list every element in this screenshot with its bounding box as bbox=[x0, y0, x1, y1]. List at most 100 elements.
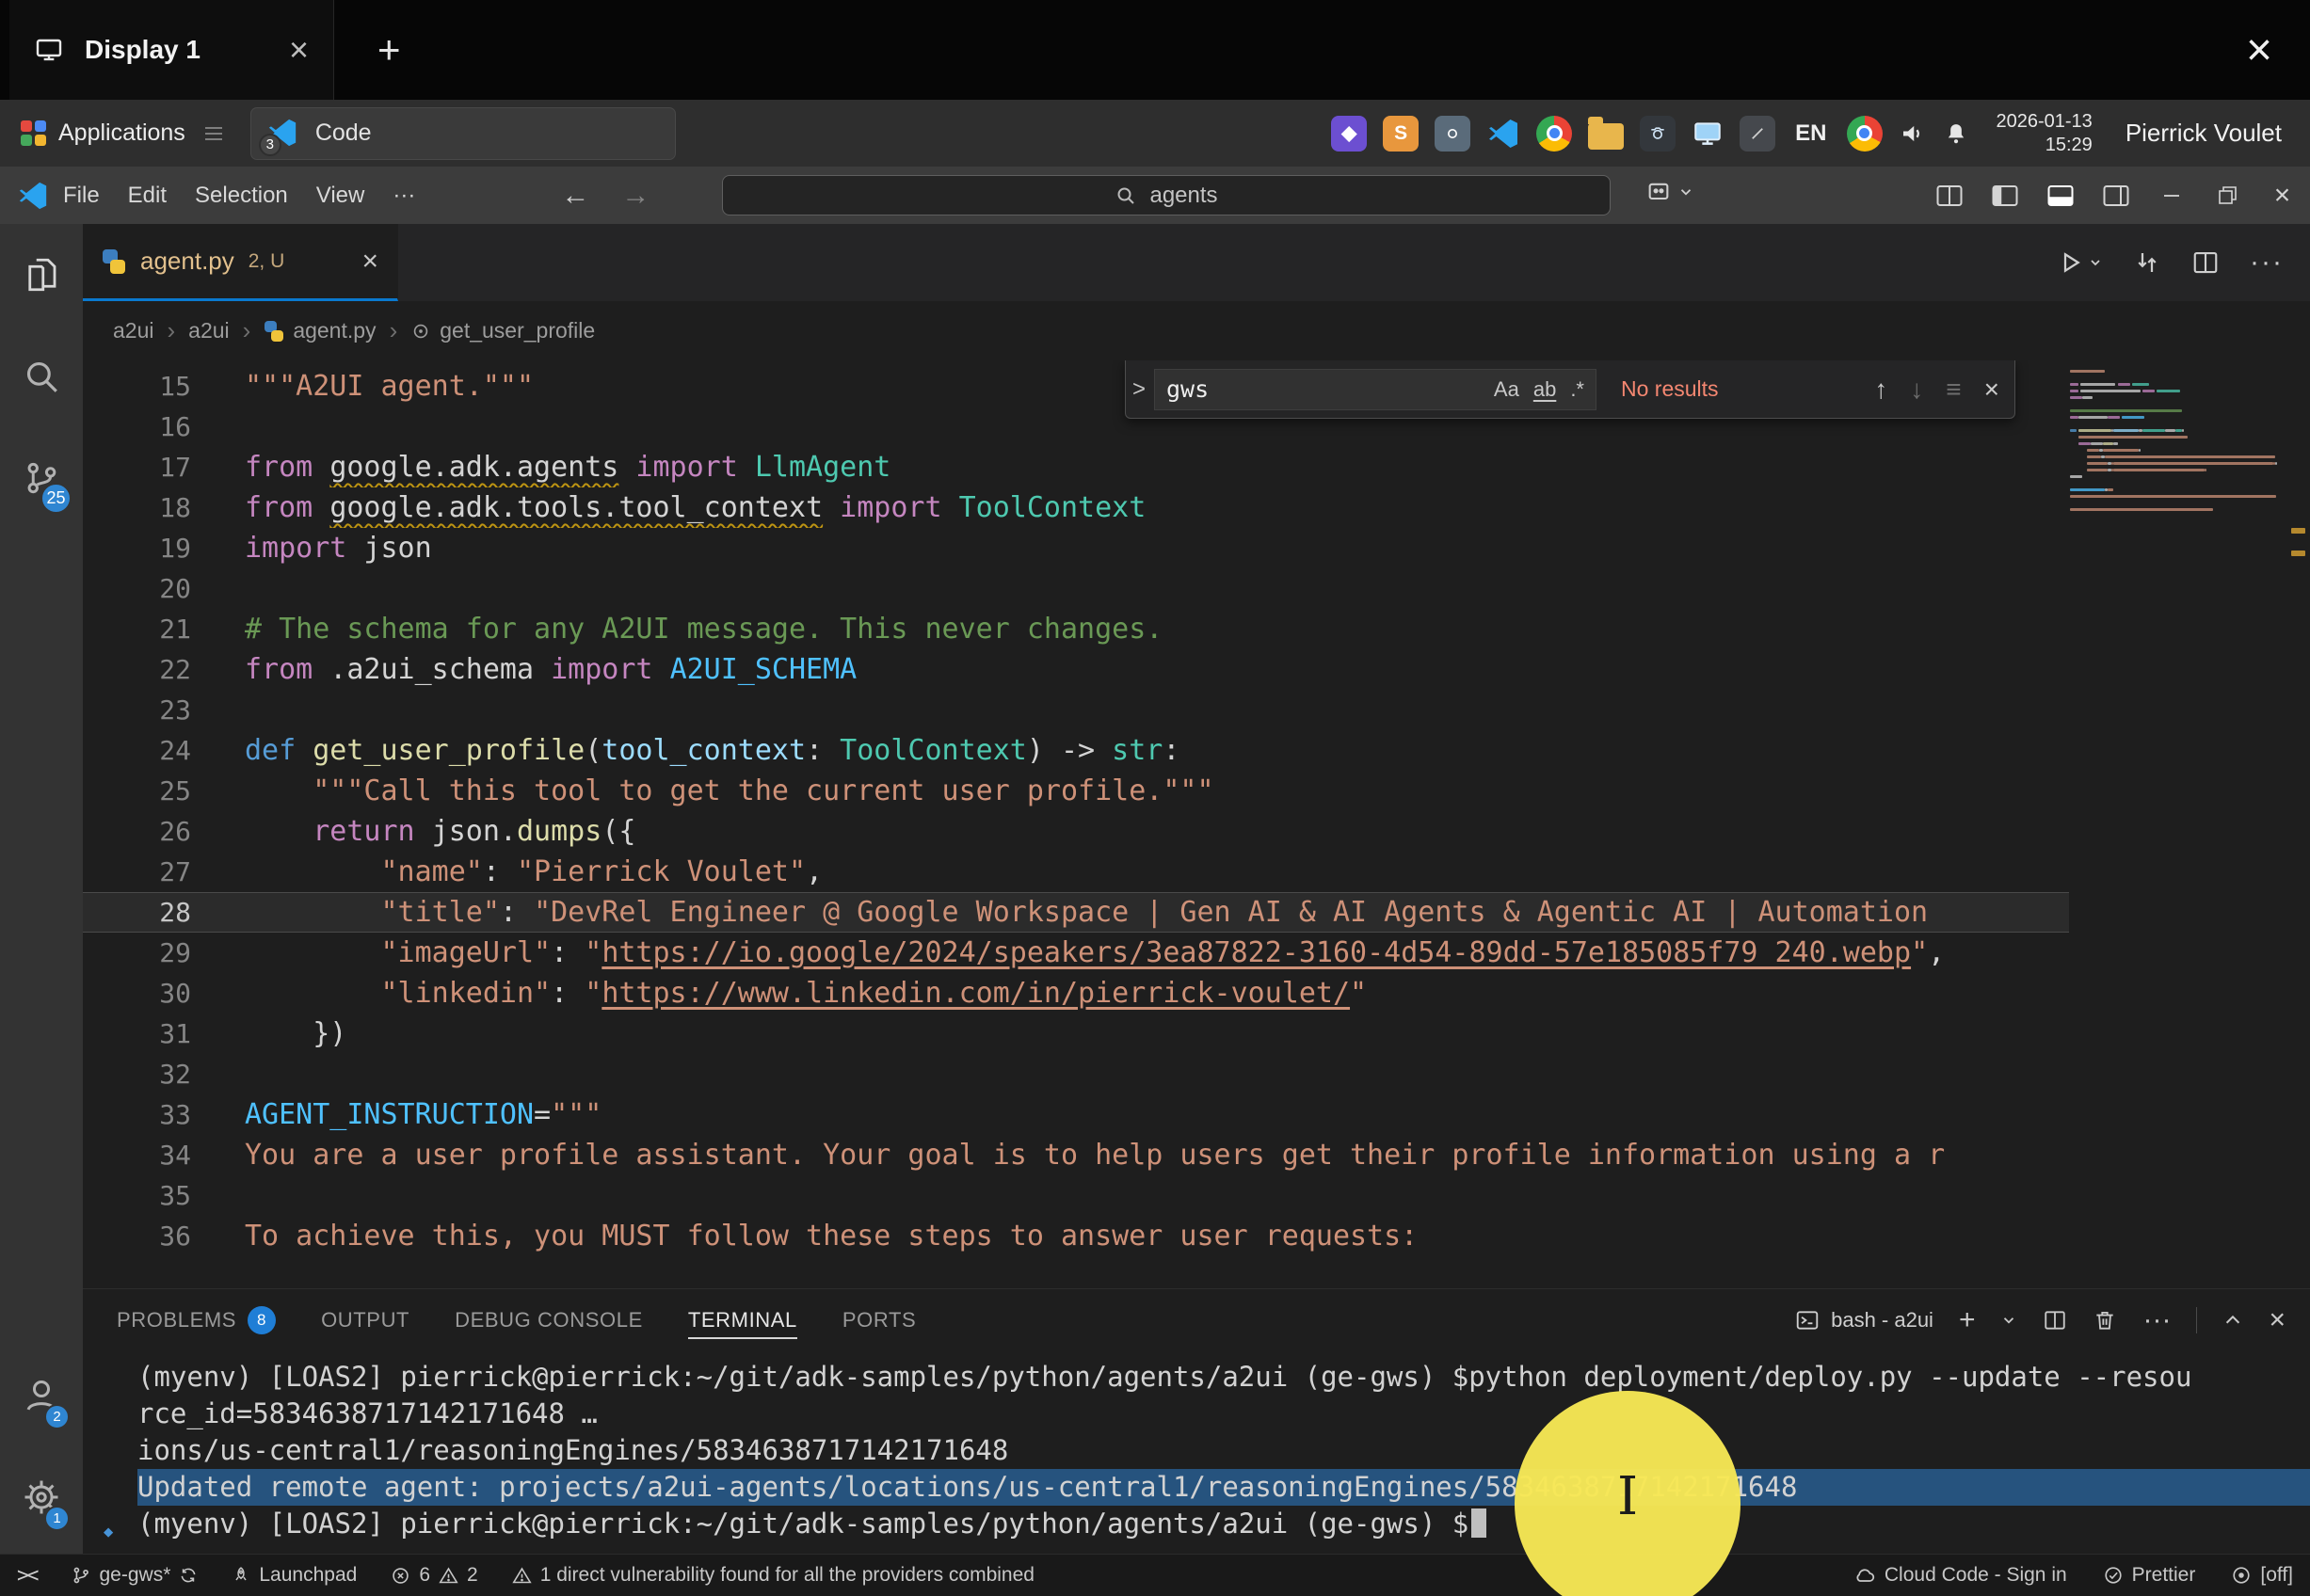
whole-word-toggle[interactable]: ab bbox=[1533, 377, 1556, 402]
taskbar-window-button-code[interactable]: 3 Code bbox=[250, 107, 676, 160]
find-close-icon[interactable]: × bbox=[1984, 375, 1999, 405]
tab-problems[interactable]: PROBLEMS 8 bbox=[117, 1289, 276, 1351]
terminal-line-1[interactable]: (myenv) [LOAS2] pierrick@pierrick:~/git/… bbox=[137, 1359, 2310, 1396]
tab-output[interactable]: OUTPUT bbox=[321, 1289, 409, 1351]
code-line-21[interactable]: 21# The schema for any A2UI message. Thi… bbox=[83, 609, 2069, 649]
display-tray-icon[interactable] bbox=[1692, 118, 1724, 150]
code-line-28[interactable]: 28 "title": "DevRel Engineer @ Google Wo… bbox=[83, 892, 2069, 933]
code-line-36[interactable]: 36To achieve this, you MUST follow these… bbox=[83, 1216, 2069, 1256]
code-line-23[interactable]: 23 bbox=[83, 690, 2069, 730]
panel-more-actions-icon[interactable]: ··· bbox=[2142, 1304, 2171, 1336]
browser-tray-icon[interactable] bbox=[1847, 116, 1883, 152]
minimap[interactable] bbox=[2070, 368, 2276, 513]
launchpad-status[interactable]: Launchpad bbox=[232, 1564, 357, 1587]
problems-status[interactable]: 6 2 bbox=[391, 1564, 477, 1587]
screenshot-tray-icon[interactable] bbox=[1640, 116, 1676, 152]
toggle-panel-icon[interactable] bbox=[2032, 167, 2088, 224]
chrome-tray-icon[interactable] bbox=[1536, 116, 1572, 152]
maximize-panel-icon[interactable] bbox=[2222, 1310, 2243, 1331]
code-line-19[interactable]: 19import json bbox=[83, 528, 2069, 568]
kill-terminal-icon[interactable] bbox=[2093, 1308, 2117, 1333]
code-line-31[interactable]: 31 }) bbox=[83, 1013, 2069, 1054]
tool-tray-icon[interactable] bbox=[1740, 116, 1775, 152]
more-actions-icon[interactable]: ··· bbox=[2250, 247, 2284, 279]
find-input[interactable]: gws Aa ab .* bbox=[1154, 369, 1596, 410]
toggle-sidebar-icon[interactable] bbox=[1977, 167, 2032, 224]
app-icon-purple[interactable]: ◆ bbox=[1331, 116, 1367, 152]
terminal-line-2[interactable]: rce_id=5834638717142171648 … bbox=[137, 1396, 2310, 1432]
vulnerability-status[interactable]: 1 direct vulnerability found for all the… bbox=[512, 1564, 1035, 1587]
toggle-replace-icon[interactable]: > bbox=[1126, 360, 1152, 418]
volume-icon[interactable] bbox=[1899, 120, 1927, 148]
code-line-29[interactable]: 29 "imageUrl": "https://io.google/2024/s… bbox=[83, 933, 2069, 973]
code-line-20[interactable]: 20 bbox=[83, 568, 2069, 609]
find-next-icon[interactable]: ↓ bbox=[1910, 375, 1923, 405]
forward-icon[interactable]: → bbox=[621, 180, 650, 212]
code-line-35[interactable]: 35 bbox=[83, 1175, 2069, 1216]
tab-close-icon[interactable]: × bbox=[361, 246, 378, 278]
remote-new-tab-button[interactable]: + bbox=[377, 27, 401, 72]
remote-tab-close-icon[interactable]: × bbox=[289, 30, 309, 70]
code-line-26[interactable]: 26 return json.dumps({ bbox=[83, 811, 2069, 852]
terminal-dropdown-icon[interactable] bbox=[2000, 1312, 2017, 1329]
copilot-status[interactable]: [off] bbox=[2231, 1564, 2293, 1587]
menu-edit[interactable]: Edit bbox=[114, 167, 181, 224]
terminal-line-5[interactable]: (myenv) [LOAS2] pierrick@pierrick:~/git/… bbox=[137, 1506, 2310, 1542]
terminal-output[interactable]: (myenv) [LOAS2] pierrick@pierrick:~/git/… bbox=[83, 1351, 2310, 1554]
code-line-25[interactable]: 25 """Call this tool to get the current … bbox=[83, 771, 2069, 811]
tab-agent-py[interactable]: agent.py 2, U × bbox=[83, 224, 398, 301]
split-terminal-icon[interactable] bbox=[2043, 1308, 2067, 1333]
new-terminal-icon[interactable]: + bbox=[1959, 1304, 1976, 1336]
breadcrumb-folder-2[interactable]: a2ui bbox=[188, 318, 229, 343]
taskbar-clock[interactable]: 2026-01-13 15:29 bbox=[1997, 110, 2093, 157]
app-icon-slate[interactable] bbox=[1435, 116, 1470, 152]
remote-window-close-icon[interactable]: × bbox=[2246, 24, 2272, 76]
restore-icon[interactable] bbox=[2199, 167, 2254, 224]
code-line-30[interactable]: 30 "linkedin": "https://www.linkedin.com… bbox=[83, 973, 2069, 1013]
minimize-icon[interactable] bbox=[2143, 167, 2199, 224]
tab-debug-console[interactable]: DEBUG CONSOLE bbox=[455, 1289, 643, 1351]
code-line-27[interactable]: 27 "name": "Pierrick Voulet", bbox=[83, 852, 2069, 892]
source-control-icon[interactable]: 25 bbox=[0, 427, 83, 529]
editor-layout-icon[interactable] bbox=[1921, 167, 1977, 224]
language-indicator[interactable]: EN bbox=[1795, 120, 1826, 147]
code-editor[interactable]: 15"""A2UI agent."""1617from google.adk.a… bbox=[83, 360, 2310, 1288]
menu-overflow[interactable]: ··· bbox=[378, 167, 429, 224]
regex-toggle[interactable]: .* bbox=[1570, 377, 1584, 402]
back-icon[interactable]: ← bbox=[561, 180, 589, 212]
close-panel-icon[interactable]: × bbox=[2269, 1304, 2286, 1336]
breadcrumb-symbol[interactable]: get_user_profile bbox=[410, 318, 595, 343]
remote-display-tab[interactable]: Display 1 × bbox=[9, 0, 334, 100]
prettier-status[interactable]: Prettier bbox=[2103, 1564, 2196, 1587]
remote-indicator[interactable]: >< bbox=[17, 1564, 37, 1588]
git-branch-status[interactable]: ge-gws* bbox=[71, 1564, 199, 1587]
breadcrumb-folder-1[interactable]: a2ui bbox=[113, 318, 153, 343]
menu-selection[interactable]: Selection bbox=[181, 167, 302, 224]
code-line-22[interactable]: 22from .a2ui_schema import A2UI_SCHEMA bbox=[83, 649, 2069, 690]
tab-terminal[interactable]: TERMINAL bbox=[688, 1289, 797, 1351]
find-in-selection-icon[interactable]: ≡ bbox=[1946, 375, 1961, 405]
terminal-instance-selector[interactable]: bash - a2ui bbox=[1795, 1308, 1933, 1333]
search-view-icon[interactable] bbox=[0, 326, 83, 427]
find-previous-icon[interactable]: ↑ bbox=[1874, 375, 1887, 405]
command-center-search[interactable]: agents bbox=[722, 175, 1611, 215]
tab-ports[interactable]: PORTS bbox=[842, 1289, 916, 1351]
cloud-code-status[interactable]: Cloud Code - Sign in bbox=[1853, 1564, 2067, 1587]
toggle-secondary-sidebar-icon[interactable] bbox=[2088, 167, 2143, 224]
terminal-line-4[interactable]: Updated remote agent: projects/a2ui-agen… bbox=[137, 1469, 2310, 1506]
copilot-menu[interactable] bbox=[1645, 179, 1694, 205]
code-line-33[interactable]: 33AGENT_INSTRUCTION=""" bbox=[83, 1094, 2069, 1135]
breadcrumb-file[interactable]: agent.py bbox=[264, 318, 376, 343]
accounts-icon[interactable]: 2 bbox=[0, 1345, 83, 1446]
menu-file[interactable]: File bbox=[49, 167, 114, 224]
code-line-34[interactable]: 34You are a user profile assistant. Your… bbox=[83, 1135, 2069, 1175]
match-case-toggle[interactable]: Aa bbox=[1494, 377, 1519, 402]
run-python-file-button[interactable] bbox=[2056, 248, 2103, 277]
window-close-icon[interactable]: × bbox=[2254, 167, 2310, 224]
vscode-tray-icon[interactable] bbox=[1486, 117, 1520, 151]
code-line-18[interactable]: 18from google.adk.tools.tool_context imp… bbox=[83, 487, 2069, 528]
terminal-line-3[interactable]: ions/us-central1/reasoningEngines/583463… bbox=[137, 1432, 2310, 1469]
code-line-17[interactable]: 17from google.adk.agents import LlmAgent bbox=[83, 447, 2069, 487]
code-line-24[interactable]: 24def get_user_profile(tool_context: Too… bbox=[83, 730, 2069, 771]
app-icon-orange[interactable]: S bbox=[1383, 116, 1419, 152]
